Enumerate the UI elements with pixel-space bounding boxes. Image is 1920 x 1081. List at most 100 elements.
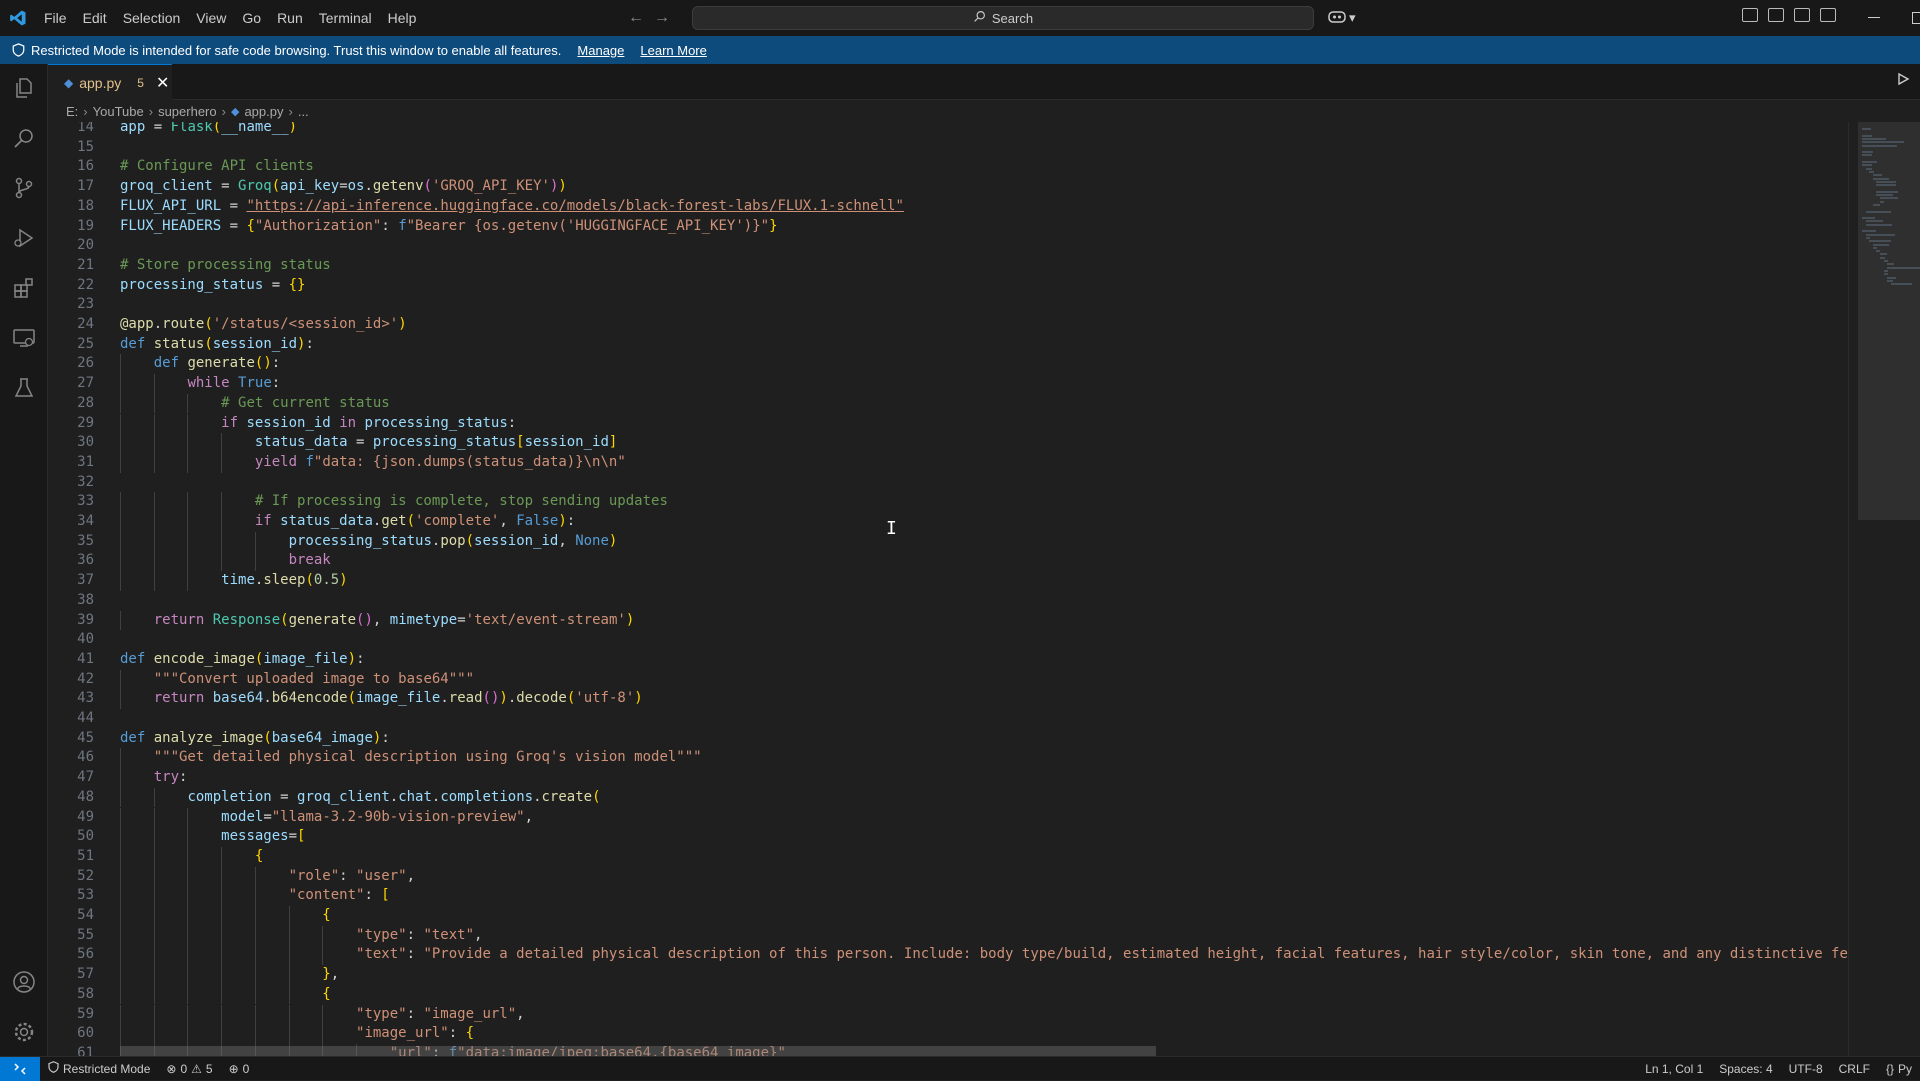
breadcrumb-folder-superhero[interactable]: superhero: [158, 104, 217, 119]
code-line[interactable]: 22 processing_status = {}: [48, 276, 1848, 296]
indentation-status[interactable]: Spaces: 4: [1711, 1062, 1780, 1076]
code-line[interactable]: 48 completion = groq_client.chat.complet…: [48, 788, 1848, 808]
settings-gear-icon[interactable]: [12, 1020, 36, 1044]
minimap[interactable]: [1858, 122, 1920, 1056]
manage-link[interactable]: Manage: [577, 43, 624, 58]
menu-terminal[interactable]: Terminal: [311, 0, 380, 36]
code-line[interactable]: 20: [48, 236, 1848, 256]
toggle-secondary-sidebar-icon[interactable]: [1820, 8, 1836, 22]
code-line[interactable]: 21 # Store processing status: [48, 256, 1848, 276]
toggle-panel-icon[interactable]: [1794, 8, 1810, 22]
remote-explorer-icon[interactable]: [12, 326, 36, 350]
accounts-icon[interactable]: [12, 970, 36, 994]
code-line[interactable]: 23: [48, 295, 1848, 315]
code-line[interactable]: 50 messages=[: [48, 827, 1848, 847]
code-line[interactable]: 30 status_data = processing_status[sessi…: [48, 433, 1848, 453]
code-line[interactable]: 15: [48, 138, 1848, 158]
code-line[interactable]: 33 # If processing is complete, stop sen…: [48, 492, 1848, 512]
menu-selection[interactable]: Selection: [115, 0, 189, 36]
forward-arrow-icon[interactable]: →: [654, 9, 670, 27]
code-line[interactable]: 60 "image_url": {: [48, 1024, 1848, 1044]
learn-more-link[interactable]: Learn More: [640, 43, 706, 58]
breadcrumb-symbol[interactable]: ...: [298, 104, 309, 119]
code-line[interactable]: 43 return base64.b64encode(image_file.re…: [48, 689, 1848, 709]
eol-status[interactable]: CRLF: [1831, 1062, 1878, 1076]
code-line[interactable]: 31 yield f"data: {json.dumps(status_data…: [48, 453, 1848, 473]
code-line[interactable]: 26 def generate():: [48, 354, 1848, 374]
cursor-position[interactable]: Ln 1, Col 1: [1637, 1062, 1711, 1076]
code-line[interactable]: 58 {: [48, 985, 1848, 1005]
language-mode[interactable]: {} Py: [1878, 1062, 1920, 1076]
code-line[interactable]: 17 groq_client = Groq(api_key=os.getenv('…: [48, 177, 1848, 197]
menu-edit[interactable]: Edit: [75, 0, 115, 36]
menu-view[interactable]: View: [188, 0, 234, 36]
code-line[interactable]: 35 processing_status.pop(session_id, Non…: [48, 532, 1848, 552]
warning-count: 5: [205, 1061, 213, 1076]
restricted-mode-status[interactable]: Restricted Mode: [40, 1061, 158, 1076]
code-line[interactable]: 25 def status(session_id):: [48, 335, 1848, 355]
code-line[interactable]: 49 model="llama-3.2-90b-vision-preview",: [48, 808, 1848, 828]
code-line[interactable]: 54 {: [48, 906, 1848, 926]
code-line[interactable]: 40: [48, 630, 1848, 650]
code-line[interactable]: 18 FLUX_API_URL = "https://api-inference.…: [48, 197, 1848, 217]
code-line[interactable]: 39 return Response(generate(), mimetype=…: [48, 611, 1848, 631]
code-line[interactable]: 57 },: [48, 965, 1848, 985]
code-line[interactable]: 28 # Get current status: [48, 394, 1848, 414]
code-line[interactable]: 52 "role": "user",: [48, 867, 1848, 887]
close-icon[interactable]: ✕: [156, 73, 169, 93]
problem-count: 5: [137, 75, 144, 90]
search-label: Search: [991, 10, 1034, 26]
remote-indicator-icon[interactable]: [0, 1056, 40, 1081]
tab-app-py[interactable]: ◆ app.py 5 ✕: [48, 64, 172, 100]
breadcrumb-folder-youtube[interactable]: YouTube: [93, 104, 144, 119]
menu-go[interactable]: Go: [234, 0, 269, 36]
code-line[interactable]: 16 # Configure API clients: [48, 157, 1848, 177]
menu-help[interactable]: Help: [380, 0, 425, 36]
code-line[interactable]: 27 while True:: [48, 374, 1848, 394]
menu-run[interactable]: Run: [269, 0, 311, 36]
code-line[interactable]: 14 app = Flask(__name__): [48, 122, 1848, 138]
code-line[interactable]: 24 @app.route('/status/<session_id>'): [48, 315, 1848, 335]
code-line[interactable]: 45 def analyze_image(base64_image):: [48, 729, 1848, 749]
code-line[interactable]: 37 time.sleep(0.5): [48, 571, 1848, 591]
code-line[interactable]: 53 "content": [: [48, 886, 1848, 906]
code-line[interactable]: 29 if session_id in processing_status:: [48, 414, 1848, 434]
run-python-file-button[interactable]: [1896, 72, 1910, 89]
code-line[interactable]: 47 try:: [48, 768, 1848, 788]
menu-file[interactable]: File: [36, 0, 75, 36]
code-line[interactable]: 34 if status_data.get('complete', False)…: [48, 512, 1848, 532]
customize-layout-icon[interactable]: [1742, 8, 1758, 22]
minimize-icon[interactable]: [1868, 17, 1880, 18]
code-line[interactable]: 55 "type": "text",: [48, 926, 1848, 946]
code-line[interactable]: 44: [48, 709, 1848, 729]
code-line[interactable]: 51 {: [48, 847, 1848, 867]
back-arrow-icon[interactable]: ←: [628, 9, 644, 27]
breadcrumb-drive[interactable]: E:: [66, 104, 78, 119]
code-line[interactable]: 46 """Get detailed physical description …: [48, 748, 1848, 768]
code-line[interactable]: 38: [48, 591, 1848, 611]
horizontal-scrollbar[interactable]: [120, 1046, 1156, 1056]
code-line[interactable]: 41 def encode_image(image_file):: [48, 650, 1848, 670]
search-icon[interactable]: [12, 126, 36, 150]
breadcrumb-file[interactable]: app.py: [244, 104, 283, 119]
toggle-primary-sidebar-icon[interactable]: [1768, 8, 1784, 22]
code-line[interactable]: 42 """Convert uploaded image to base64""…: [48, 670, 1848, 690]
extensions-icon[interactable]: [12, 276, 36, 300]
code-line[interactable]: 32: [48, 473, 1848, 493]
run-debug-icon[interactable]: [12, 226, 36, 250]
ports-status[interactable]: ⊕ 0: [221, 1062, 258, 1076]
code-line[interactable]: 36 break: [48, 551, 1848, 571]
code-editor[interactable]: 14 app = Flask(__name__) 15 16 # Configure A…: [48, 122, 1848, 1056]
copilot-menu[interactable]: ▾: [1328, 8, 1356, 27]
restore-icon[interactable]: [1912, 12, 1920, 24]
explorer-icon[interactable]: [12, 76, 36, 100]
source-control-icon[interactable]: [12, 176, 36, 200]
command-center-search[interactable]: Search: [692, 6, 1314, 30]
problems-status[interactable]: ⊗ 0 ⚠ 5: [158, 1062, 220, 1076]
vertical-scrollbar[interactable]: [1848, 122, 1858, 1056]
code-line[interactable]: 59 "type": "image_url",: [48, 1005, 1848, 1025]
testing-icon[interactable]: [12, 376, 36, 400]
encoding-status[interactable]: UTF-8: [1781, 1062, 1831, 1076]
code-line[interactable]: 56 "text": "Provide a detailed physical …: [48, 945, 1848, 965]
code-line[interactable]: 19 FLUX_HEADERS = {"Authorization": f"Bea…: [48, 217, 1848, 237]
